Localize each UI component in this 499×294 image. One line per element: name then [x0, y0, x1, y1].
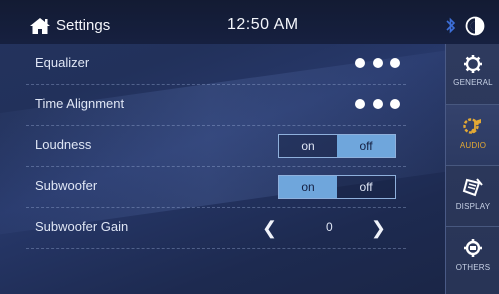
brightness-icon[interactable] [465, 16, 485, 36]
top-bar: Settings 12:50 AM [0, 0, 499, 44]
clock: 12:50 AM [227, 16, 299, 33]
row-label: Loudness [35, 137, 92, 152]
decrease-chevron-icon[interactable]: ❮ [262, 217, 277, 239]
loudness-toggle[interactable]: on off [278, 134, 396, 158]
row-label: Time Alignment [35, 96, 125, 111]
row-time-alignment[interactable]: Time Alignment [26, 85, 406, 126]
subwoofer-gain-stepper: ❮ 0 ❯ [258, 217, 398, 239]
row-label: Subwoofer Gain [35, 219, 129, 234]
subwoofer-toggle[interactable]: on off [278, 175, 396, 199]
tab-label: AUDIO [459, 141, 487, 150]
page-title: Settings [56, 17, 111, 34]
tab-label: GENERAL [453, 78, 493, 87]
bluetooth-icon [446, 17, 456, 34]
increase-chevron-icon[interactable]: ❯ [371, 217, 386, 239]
row-label: Subwoofer [35, 178, 98, 193]
subwoofer-gain-value: 0 [326, 220, 333, 234]
settings-category-sidebar: GENERAL AUDIO DISPLAY OTHERS [445, 44, 499, 294]
toggle-on-option[interactable]: on [279, 135, 337, 157]
tab-display[interactable]: DISPLAY [446, 166, 499, 227]
row-subwoofer: Subwoofer on off [26, 167, 406, 208]
home-icon[interactable] [29, 17, 51, 35]
settings-screen: Settings 12:50 AM Equalizer Time Alignme… [0, 0, 499, 294]
toggle-off-option[interactable]: off [337, 176, 395, 198]
tab-label: DISPLAY [455, 202, 491, 211]
tab-general[interactable]: GENERAL [446, 44, 499, 105]
row-subwoofer-gain: Subwoofer Gain ❮ 0 ❯ [26, 208, 406, 249]
gear-icon [464, 55, 482, 73]
tab-audio[interactable]: AUDIO [446, 105, 499, 166]
toggle-on-option[interactable]: on [279, 176, 337, 198]
row-label: Equalizer [35, 55, 90, 70]
toggle-off-option[interactable]: off [337, 135, 395, 157]
display-icon [462, 178, 483, 197]
tab-others[interactable]: OTHERS [446, 227, 499, 287]
row-loudness: Loudness on off [26, 126, 406, 167]
others-icon [464, 239, 482, 257]
row-equalizer[interactable]: Equalizer [26, 44, 406, 85]
more-options-icon[interactable] [355, 98, 400, 110]
tab-label: OTHERS [455, 263, 491, 272]
audio-settings-icon [463, 118, 481, 134]
more-options-icon[interactable] [355, 57, 400, 69]
